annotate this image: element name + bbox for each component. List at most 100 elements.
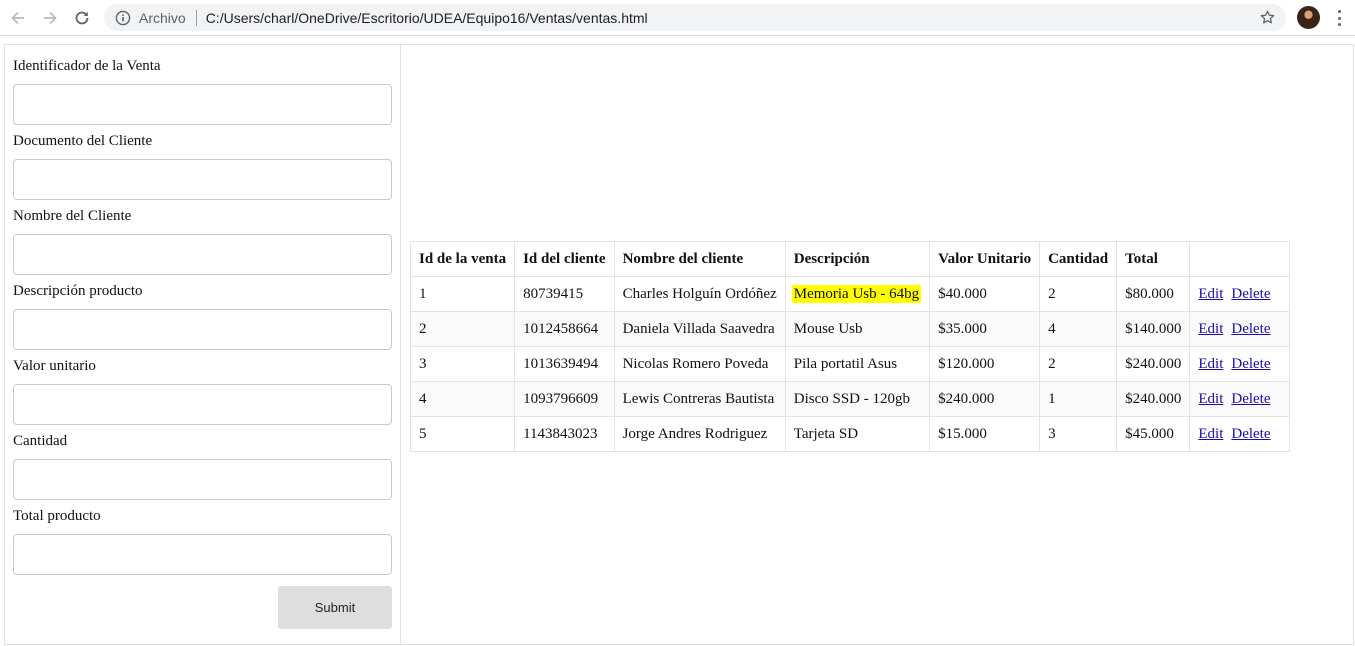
field-product-description: Descripción producto	[13, 275, 392, 350]
sale-form: Identificador de la Venta Documento del …	[5, 45, 401, 644]
cell-sale-id: 4	[409, 381, 516, 417]
edit-link[interactable]: Edit	[1198, 356, 1223, 372]
field-unit-price: Valor unitario	[13, 350, 392, 425]
delete-link[interactable]: Delete	[1231, 426, 1270, 442]
cell-client-name: Daniela Villada Saavedra	[613, 311, 786, 347]
cell-client-name: Charles Holguín Ordóñez	[613, 276, 786, 312]
field-label: Valor unitario	[13, 358, 96, 374]
reload-icon	[75, 11, 89, 25]
cell-description: Disco SSD - 120gb	[784, 381, 931, 417]
arrow-left-icon	[11, 11, 24, 25]
info-icon[interactable]	[115, 10, 131, 26]
cell-description: Tarjeta SD	[784, 416, 931, 452]
cell-quantity: 2	[1039, 346, 1118, 382]
column-header: Cantidad	[1039, 241, 1118, 277]
cell-client-name: Lewis Contreras Bautista	[613, 381, 786, 417]
forward-button[interactable]	[37, 5, 63, 31]
delete-link[interactable]: Delete	[1231, 356, 1270, 372]
field-sale-id: Identificador de la Venta	[13, 50, 392, 125]
cell-sale-id: 3	[409, 346, 516, 382]
cell-unit-price: $35.000	[929, 311, 1041, 347]
cell-sale-id: 5	[409, 416, 516, 452]
cell-client-name: Jorge Andres Rodriguez	[613, 416, 786, 452]
cell-unit-price: $15.000	[929, 416, 1041, 452]
unit-price-input[interactable]	[13, 384, 392, 425]
field-label: Total producto	[13, 508, 101, 524]
star-icon[interactable]	[1259, 9, 1276, 26]
delete-link[interactable]: Delete	[1231, 391, 1270, 407]
cell-client-id: 80739415	[514, 276, 615, 312]
product-description-input[interactable]	[13, 309, 392, 350]
cell-actions: Edit Delete	[1189, 311, 1291, 347]
delete-link[interactable]: Delete	[1231, 286, 1270, 302]
kebab-menu-icon[interactable]	[1332, 8, 1346, 28]
sales-table: Id de la venta Id del cliente Nombre del…	[409, 241, 1291, 452]
field-label: Identificador de la Venta	[13, 58, 161, 74]
field-total-product: Total producto	[13, 500, 392, 575]
field-client-name: Nombre del Cliente	[13, 200, 392, 275]
cell-quantity: 4	[1039, 311, 1118, 347]
edit-link[interactable]: Edit	[1198, 321, 1223, 337]
back-button[interactable]	[5, 5, 31, 31]
field-quantity: Cantidad	[13, 425, 392, 500]
client-name-input[interactable]	[13, 234, 392, 275]
submit-button[interactable]: Submit	[278, 586, 392, 629]
sales-table-container: Id de la venta Id del cliente Nombre del…	[409, 241, 1291, 452]
address-url[interactable]: C:/Users/charl/OneDrive/Escritorio/UDEA/…	[206, 10, 648, 26]
profile-avatar[interactable]	[1297, 6, 1320, 29]
cell-client-id: 1013639494	[514, 346, 615, 382]
cell-unit-price: $120.000	[929, 346, 1041, 382]
page-content: Identificador de la Venta Documento del …	[4, 44, 1354, 645]
column-header: Total	[1116, 241, 1191, 277]
edit-link[interactable]: Edit	[1198, 426, 1223, 442]
cell-description: Pila portatil Asus	[784, 346, 931, 382]
reload-button[interactable]	[69, 5, 95, 31]
cell-unit-price: $40.000	[929, 276, 1041, 312]
cell-actions: Edit Delete	[1189, 381, 1291, 417]
total-product-input[interactable]	[13, 534, 392, 575]
cell-client-id: 1143843023	[514, 416, 615, 452]
address-scheme: Archivo	[139, 9, 186, 26]
table-row: 4 1093796609 Lewis Contreras Bautista Di…	[409, 381, 1291, 417]
column-header	[1189, 241, 1291, 277]
quantity-input[interactable]	[13, 459, 392, 500]
address-divider	[195, 9, 197, 26]
cell-total: $140.000	[1116, 311, 1191, 347]
cell-unit-price: $240.000	[929, 381, 1041, 417]
cell-sale-id: 1	[409, 276, 516, 312]
cell-quantity: 2	[1039, 276, 1118, 312]
column-header: Nombre del cliente	[613, 241, 786, 277]
column-header: Id del cliente	[514, 241, 615, 277]
cell-total: $240.000	[1116, 381, 1191, 417]
column-header: Id de la venta	[409, 241, 516, 277]
cell-description: Memoria Usb - 64bg	[784, 276, 931, 312]
delete-link[interactable]: Delete	[1231, 321, 1270, 337]
address-bar[interactable]: Archivo C:/Users/charl/OneDrive/Escritor…	[104, 4, 1286, 31]
table-row: 1 80739415 Charles Holguín Ordóñez Memor…	[409, 276, 1291, 312]
cell-total: $80.000	[1116, 276, 1191, 312]
table-header-row: Id de la venta Id del cliente Nombre del…	[409, 241, 1291, 277]
edit-link[interactable]: Edit	[1198, 391, 1223, 407]
cell-total: $240.000	[1116, 346, 1191, 382]
cell-description: Mouse Usb	[784, 311, 931, 347]
cell-actions: Edit Delete	[1189, 276, 1291, 312]
table-row: 5 1143843023 Jorge Andres Rodriguez Tarj…	[409, 416, 1291, 452]
field-label: Documento del Cliente	[13, 133, 153, 149]
cell-sale-id: 2	[409, 311, 516, 347]
sale-id-input[interactable]	[13, 84, 392, 125]
cell-client-id: 1093796609	[514, 381, 615, 417]
client-document-input[interactable]	[13, 159, 392, 200]
cell-quantity: 3	[1039, 416, 1118, 452]
field-client-document: Documento del Cliente	[13, 125, 392, 200]
table-row: 2 1012458664 Daniela Villada Saavedra Mo…	[409, 311, 1291, 347]
cell-actions: Edit Delete	[1189, 346, 1291, 382]
column-header: Descripción	[784, 241, 931, 277]
column-header: Valor Unitario	[929, 241, 1041, 277]
cell-client-id: 1012458664	[514, 311, 615, 347]
cell-client-name: Nicolas Romero Poveda	[613, 346, 786, 382]
field-label: Nombre del Cliente	[13, 208, 132, 224]
edit-link[interactable]: Edit	[1198, 286, 1223, 302]
field-label: Cantidad	[13, 433, 68, 449]
field-label: Descripción producto	[13, 283, 143, 299]
highlighted-text: Memoria Usb - 64bg	[791, 284, 922, 303]
